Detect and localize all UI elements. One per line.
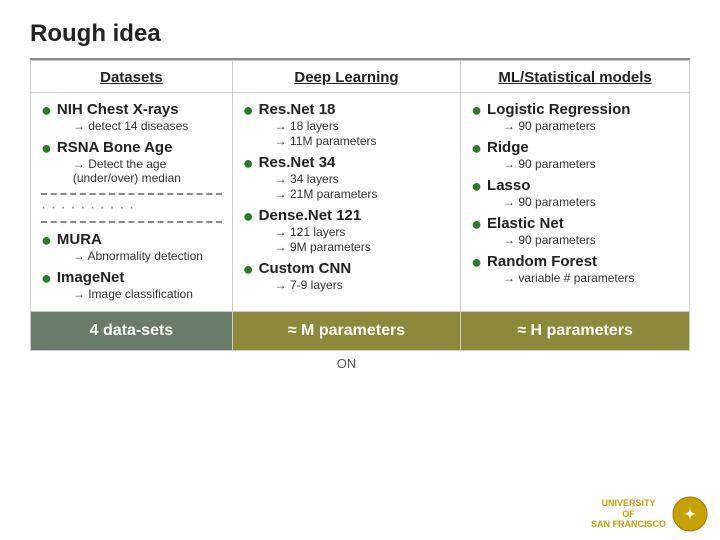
page-title: Rough idea: [30, 20, 690, 48]
list-item: ● Lasso → 90 parameters: [471, 177, 679, 209]
footer-row: ON: [31, 351, 690, 372]
col-header-ml: ML/Statistical models: [461, 61, 690, 93]
list-item: ● MURA → Abnormality detection: [41, 231, 222, 263]
bullet-icon: ●: [243, 207, 254, 227]
item-sub: → 21M parameters: [275, 187, 378, 201]
item-title: Custom CNN: [259, 260, 352, 277]
item-sub: → 11M parameters: [275, 134, 377, 148]
col-header-dl: Deep Learning: [232, 61, 460, 93]
list-item: ● Logistic Regression → 90 parameters: [471, 101, 679, 133]
bullet-icon: ●: [471, 253, 482, 273]
item-title: NIH Chest X-rays: [57, 101, 188, 118]
list-item: ● Dense.Net 121 → 121 layers → 9M parame…: [243, 207, 450, 254]
summary-dl: ≈ M parameters: [232, 312, 460, 351]
list-item: ● ImageNet → Image classification: [41, 269, 222, 301]
item-title: Lasso: [487, 177, 596, 194]
item-sub: → Image classification: [73, 287, 193, 301]
list-item: ● Elastic Net → 90 parameters: [471, 215, 679, 247]
bullet-icon: ●: [243, 101, 254, 121]
bullet-icon: ●: [41, 269, 52, 289]
ml-cell: ● Logistic Regression → 90 parameters ● …: [461, 93, 690, 312]
item-title: Dense.Net 121: [259, 207, 371, 224]
item-title: Random Forest: [487, 253, 634, 270]
bullet-icon: ●: [471, 139, 482, 159]
item-title: Ridge: [487, 139, 596, 156]
item-sub: → 90 parameters: [503, 157, 596, 171]
logo-area: UNIVERSITYOFSAN FRANCISCO ✦: [591, 496, 708, 532]
item-title: Res.Net 34: [259, 154, 378, 171]
list-item: ● Random Forest → variable # parameters: [471, 253, 679, 285]
on-label: ON: [232, 351, 460, 372]
bullet-icon: ●: [243, 260, 254, 280]
item-sub: → 90 parameters: [503, 119, 630, 133]
item-sub: → 90 parameters: [503, 195, 596, 209]
list-item: ● Res.Net 18 → 18 layers → 11M parameter…: [243, 101, 450, 148]
item-sub: → 90 parameters: [503, 233, 596, 247]
item-sub: → detect 14 diseases: [73, 119, 188, 133]
list-item: ● Ridge → 90 parameters: [471, 139, 679, 171]
dashed-divider: · · · · · · · · · ·: [41, 193, 222, 223]
item-sub: → 18 layers: [275, 119, 377, 133]
item-sub: → variable # parameters: [503, 271, 634, 285]
bullet-icon: ●: [243, 154, 254, 174]
list-item: ● RSNA Bone Age → Detect the age (under/…: [41, 139, 222, 185]
list-item: ● Res.Net 34 → 34 layers → 21M parameter…: [243, 154, 450, 201]
item-sub: → 34 layers: [275, 172, 378, 186]
list-item: ● Custom CNN → 7-9 layers: [243, 260, 450, 292]
main-table: Datasets Deep Learning ML/Statistical mo…: [30, 60, 690, 371]
item-sub: → 9M parameters: [275, 240, 371, 254]
item-sub: → 7-9 layers: [275, 278, 352, 292]
item-sub: → Abnormality detection: [73, 249, 203, 263]
bullet-icon: ●: [41, 139, 52, 159]
item-title: ImageNet: [57, 269, 193, 286]
summary-ml: ≈ H parameters: [461, 312, 690, 351]
bullet-icon: ●: [471, 101, 482, 121]
svg-text:✦: ✦: [684, 506, 696, 522]
summary-datasets: 4 data-sets: [31, 312, 233, 351]
logo-emblem: ✦: [672, 496, 708, 532]
item-title: MURA: [57, 231, 203, 248]
bullet-icon: ●: [41, 231, 52, 251]
bullet-icon: ●: [471, 215, 482, 235]
logo-text: UNIVERSITYOFSAN FRANCISCO: [591, 498, 666, 530]
item-sub: → Detect the age (under/over) median: [73, 157, 222, 185]
summary-row: 4 data-sets ≈ M parameters ≈ H parameter…: [31, 312, 690, 351]
item-title: RSNA Bone Age: [57, 139, 222, 156]
list-item: ● NIH Chest X-rays → detect 14 diseases: [41, 101, 222, 133]
item-title: Logistic Regression: [487, 101, 630, 118]
datasets-cell: ● NIH Chest X-rays → detect 14 diseases …: [31, 93, 233, 312]
item-title: Elastic Net: [487, 215, 596, 232]
bullet-icon: ●: [41, 101, 52, 121]
col-header-datasets: Datasets: [31, 61, 233, 93]
item-sub: → 121 layers: [275, 225, 371, 239]
bullet-icon: ●: [471, 177, 482, 197]
dl-cell: ● Res.Net 18 → 18 layers → 11M parameter…: [232, 93, 460, 312]
page: Rough idea Datasets Deep Learning ML/Sta…: [0, 0, 720, 540]
item-title: Res.Net 18: [259, 101, 377, 118]
